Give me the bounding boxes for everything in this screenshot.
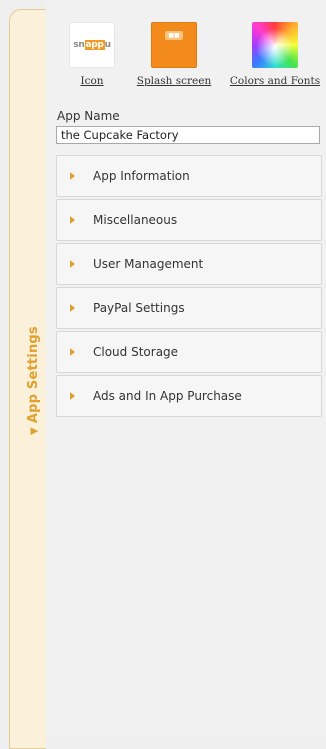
app-name-input[interactable]: the Cupcake Factory bbox=[56, 126, 320, 144]
expand-arrow-icon bbox=[70, 392, 75, 400]
section-label: PayPal Settings bbox=[93, 301, 185, 315]
thumbnail-row: sn app u Icon ■■ Splash screen Colors and … bbox=[46, 22, 326, 92]
section-label: Cloud Storage bbox=[93, 345, 179, 359]
expand-arrow-icon bbox=[70, 216, 75, 224]
section-label: App Information bbox=[93, 169, 190, 183]
section-miscellaneous[interactable]: Miscellaneous bbox=[56, 199, 322, 241]
expand-arrow-icon bbox=[70, 260, 75, 268]
icon-thumbnail[interactable]: sn app u Icon bbox=[69, 22, 115, 87]
app-icon-image[interactable]: sn app u bbox=[69, 22, 115, 68]
section-ads-in-app-purchase[interactable]: Ads and In App Purchase bbox=[56, 375, 322, 417]
section-label: Miscellaneous bbox=[93, 213, 178, 227]
app-settings-title: App Settings bbox=[26, 326, 41, 424]
collapse-arrow-icon: ▼ bbox=[29, 427, 40, 435]
expand-arrow-icon bbox=[70, 348, 75, 356]
section-label: Ads and In App Purchase bbox=[93, 389, 242, 403]
section-app-information[interactable]: App Information bbox=[56, 155, 322, 197]
section-cloud-storage[interactable]: Cloud Storage bbox=[56, 331, 322, 373]
splash-screen-image[interactable]: ■■ bbox=[151, 22, 197, 68]
section-user-management[interactable]: User Management bbox=[56, 243, 322, 285]
app-settings-tab-label: ▼ App Settings bbox=[26, 326, 41, 435]
expand-arrow-icon bbox=[70, 172, 75, 180]
expand-arrow-icon bbox=[70, 304, 75, 312]
splash-thumbnail[interactable]: ■■ Splash screen bbox=[131, 22, 217, 87]
icon-image-text-c: u bbox=[104, 40, 111, 50]
app-name-label: App Name bbox=[57, 109, 120, 123]
settings-sections: App Information Miscellaneous User Manag… bbox=[56, 155, 322, 419]
icon-image-text-b: app bbox=[84, 40, 105, 50]
splash-logo-icon: ■■ bbox=[165, 31, 183, 40]
section-paypal-settings[interactable]: PayPal Settings bbox=[56, 287, 322, 329]
settings-panel: sn app u Icon ■■ Splash screen Colors and … bbox=[46, 0, 326, 736]
splash-screen-link[interactable]: Splash screen bbox=[131, 75, 217, 87]
colors-and-fonts-link[interactable]: Colors and Fonts bbox=[229, 75, 321, 87]
color-wheel-icon[interactable] bbox=[252, 22, 298, 68]
colors-thumbnail[interactable]: Colors and Fonts bbox=[229, 22, 321, 87]
icon-link[interactable]: Icon bbox=[69, 75, 115, 87]
section-label: User Management bbox=[93, 257, 204, 271]
app-settings-tab[interactable]: ▼ App Settings bbox=[9, 9, 46, 749]
icon-image-text-a: sn bbox=[73, 40, 85, 50]
